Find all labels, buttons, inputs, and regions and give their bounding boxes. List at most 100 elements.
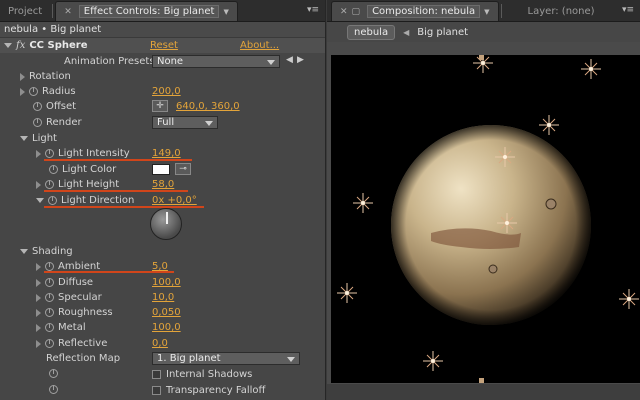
- light-group[interactable]: Light: [0, 131, 326, 146]
- stopwatch-icon[interactable]: [45, 278, 54, 287]
- twirl-down-icon[interactable]: [20, 249, 28, 254]
- animation-presets-label: Animation Presets:: [64, 56, 158, 67]
- animation-presets-row: Animation Presets: None ◀ ▶: [0, 54, 326, 69]
- transparency-falloff-checkbox[interactable]: Transparency Falloff: [152, 385, 265, 396]
- crosshair-icon[interactable]: ✛: [152, 100, 168, 112]
- twirl-down-icon[interactable]: [4, 43, 12, 48]
- radius-value[interactable]: 200,0: [152, 86, 181, 97]
- preset-prev-icon[interactable]: ◀: [286, 55, 293, 65]
- render-row: Render Full: [0, 115, 326, 130]
- twirl-right-icon[interactable]: [20, 87, 25, 96]
- chevron-down-icon: [287, 357, 295, 362]
- diffuse-label: Diffuse: [58, 277, 94, 288]
- stopwatch-icon[interactable]: [45, 339, 54, 348]
- star: [618, 288, 640, 310]
- star: [538, 114, 560, 136]
- diffuse-value[interactable]: 100,0: [152, 277, 181, 288]
- null-handle[interactable]: [545, 198, 557, 210]
- tab-effect-controls-label: Effect Controls: Big planet: [78, 5, 220, 18]
- star: [352, 192, 374, 214]
- checkbox-box[interactable]: [152, 370, 161, 379]
- twirl-right-icon[interactable]: [36, 293, 41, 302]
- tab-project[interactable]: Project: [0, 1, 50, 21]
- stopwatch-icon[interactable]: [45, 262, 54, 271]
- layer-handle[interactable]: [479, 55, 484, 60]
- roughness-value[interactable]: 0,050: [152, 307, 181, 318]
- star: [580, 58, 602, 80]
- tab-layer[interactable]: Layer: (none): [520, 1, 603, 21]
- twirl-down-icon[interactable]: [20, 136, 28, 141]
- annotation-underline: [44, 159, 192, 161]
- stopwatch-icon[interactable]: [48, 196, 57, 205]
- layer-handle[interactable]: [479, 378, 484, 383]
- comp-nav-button[interactable]: nebula: [347, 24, 396, 40]
- composition-viewer[interactable]: [331, 55, 640, 383]
- twirl-down-icon[interactable]: [36, 198, 44, 203]
- light-color-text: Light Color: [62, 164, 117, 175]
- internal-shadows-checkbox[interactable]: Internal Shadows: [152, 369, 252, 380]
- twirl-right-icon[interactable]: [36, 308, 41, 317]
- lock-icon[interactable]: ▢: [352, 7, 361, 17]
- reflective-value[interactable]: 0,0: [152, 338, 168, 349]
- light-color-swatch[interactable]: [152, 164, 170, 175]
- twirl-right-icon[interactable]: [36, 278, 41, 287]
- star: [336, 282, 358, 304]
- stopwatch-icon[interactable]: [45, 180, 54, 189]
- effect-header[interactable]: fx CC Sphere Reset About...: [0, 38, 325, 53]
- stopwatch-icon[interactable]: [45, 149, 54, 158]
- stopwatch-icon[interactable]: [33, 102, 42, 111]
- layer-nav-label[interactable]: Big planet: [417, 27, 468, 38]
- eyedropper-icon[interactable]: ⊸: [175, 163, 191, 175]
- offset-value[interactable]: 640,0, 360,0: [176, 101, 240, 112]
- animation-presets-dropdown[interactable]: None: [152, 55, 280, 68]
- rotation-group[interactable]: Rotation: [0, 69, 326, 84]
- dropdown-arrow-icon[interactable]: ▼: [223, 8, 228, 16]
- metal-value[interactable]: 100,0: [152, 322, 181, 333]
- light-height-value[interactable]: 58,0: [152, 179, 174, 190]
- render-dropdown[interactable]: Full: [152, 116, 218, 129]
- stopwatch-icon[interactable]: [49, 369, 58, 378]
- stopwatch-icon[interactable]: [45, 293, 54, 302]
- reflection-map-row: Reflection Map 1. Big planet: [0, 351, 326, 366]
- preset-next-icon[interactable]: ▶: [297, 55, 304, 65]
- shading-group[interactable]: Shading: [0, 244, 326, 259]
- stopwatch-icon[interactable]: [49, 385, 58, 394]
- specular-value[interactable]: 10,0: [152, 292, 174, 303]
- light-direction-value[interactable]: 0x +0,0°: [152, 195, 197, 206]
- tab-composition[interactable]: ✕ ▢ Composition: nebula ▼: [331, 1, 499, 21]
- close-icon[interactable]: ✕: [64, 7, 72, 17]
- twirl-right-icon[interactable]: [20, 72, 25, 81]
- twirl-right-icon[interactable]: [36, 180, 41, 189]
- reflection-map-label: Reflection Map: [46, 353, 121, 364]
- left-tab-bar: Project ✕ Effect Controls: Big planet ▼ …: [0, 0, 325, 22]
- twirl-right-icon[interactable]: [36, 149, 41, 158]
- stopwatch-icon[interactable]: [29, 87, 38, 96]
- tab-separator: [500, 4, 502, 18]
- right-tab-bar: ✕ ▢ Composition: nebula ▼ Layer: (none) …: [327, 0, 640, 22]
- dropdown-arrow-icon[interactable]: ▼: [484, 8, 489, 16]
- light-intensity-value[interactable]: 149,0: [152, 148, 181, 159]
- twirl-right-icon[interactable]: [36, 323, 41, 332]
- transparency-falloff-row: Transparency Falloff: [0, 382, 326, 397]
- reflection-map-dropdown[interactable]: 1. Big planet: [152, 352, 300, 365]
- metal-label: Metal: [58, 322, 86, 333]
- panel-menu-icon[interactable]: ▾≡: [307, 5, 319, 15]
- roughness-row: Roughness 0,050: [0, 305, 326, 320]
- radius-row: Radius 200,0: [0, 84, 326, 99]
- twirl-right-icon[interactable]: [36, 262, 41, 271]
- fx-icon[interactable]: fx: [16, 40, 25, 51]
- close-icon[interactable]: ✕: [340, 7, 348, 17]
- stopwatch-icon[interactable]: [49, 165, 58, 174]
- null-handle[interactable]: [488, 264, 498, 274]
- stopwatch-icon[interactable]: [45, 323, 54, 332]
- checkbox-box[interactable]: [152, 386, 161, 395]
- reflection-map-value: 1. Big planet: [157, 353, 221, 364]
- panel-menu-icon[interactable]: ▾≡: [622, 5, 634, 15]
- stopwatch-icon[interactable]: [45, 308, 54, 317]
- tab-effect-controls[interactable]: ✕ Effect Controls: Big planet ▼: [55, 1, 238, 21]
- angle-dial-icon[interactable]: [150, 208, 182, 240]
- stopwatch-icon[interactable]: [33, 118, 42, 127]
- about-link[interactable]: About...: [240, 40, 279, 51]
- twirl-right-icon[interactable]: [36, 339, 41, 348]
- reset-link[interactable]: Reset: [150, 40, 178, 51]
